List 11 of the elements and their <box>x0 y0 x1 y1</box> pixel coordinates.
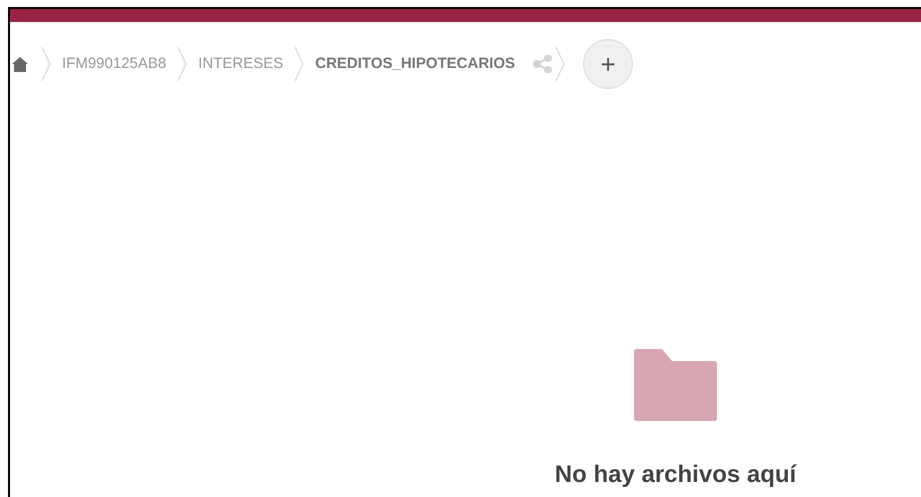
chevron-icon <box>294 46 304 82</box>
breadcrumb-link[interactable]: IFM990125AB8 <box>62 52 166 76</box>
breadcrumb-link[interactable]: INTERESES <box>198 52 284 76</box>
folder-icon <box>634 349 717 421</box>
home-icon[interactable] <box>12 56 28 72</box>
empty-message: No hay archivos aquí <box>554 460 796 490</box>
breadcrumb-link[interactable]: CREDITOS_HIPOTECARIOS <box>315 52 516 76</box>
chevron-icon <box>555 46 566 82</box>
add-button[interactable]: + <box>583 39 634 89</box>
chevron-icon <box>41 46 51 82</box>
chevron-icon <box>177 46 188 82</box>
